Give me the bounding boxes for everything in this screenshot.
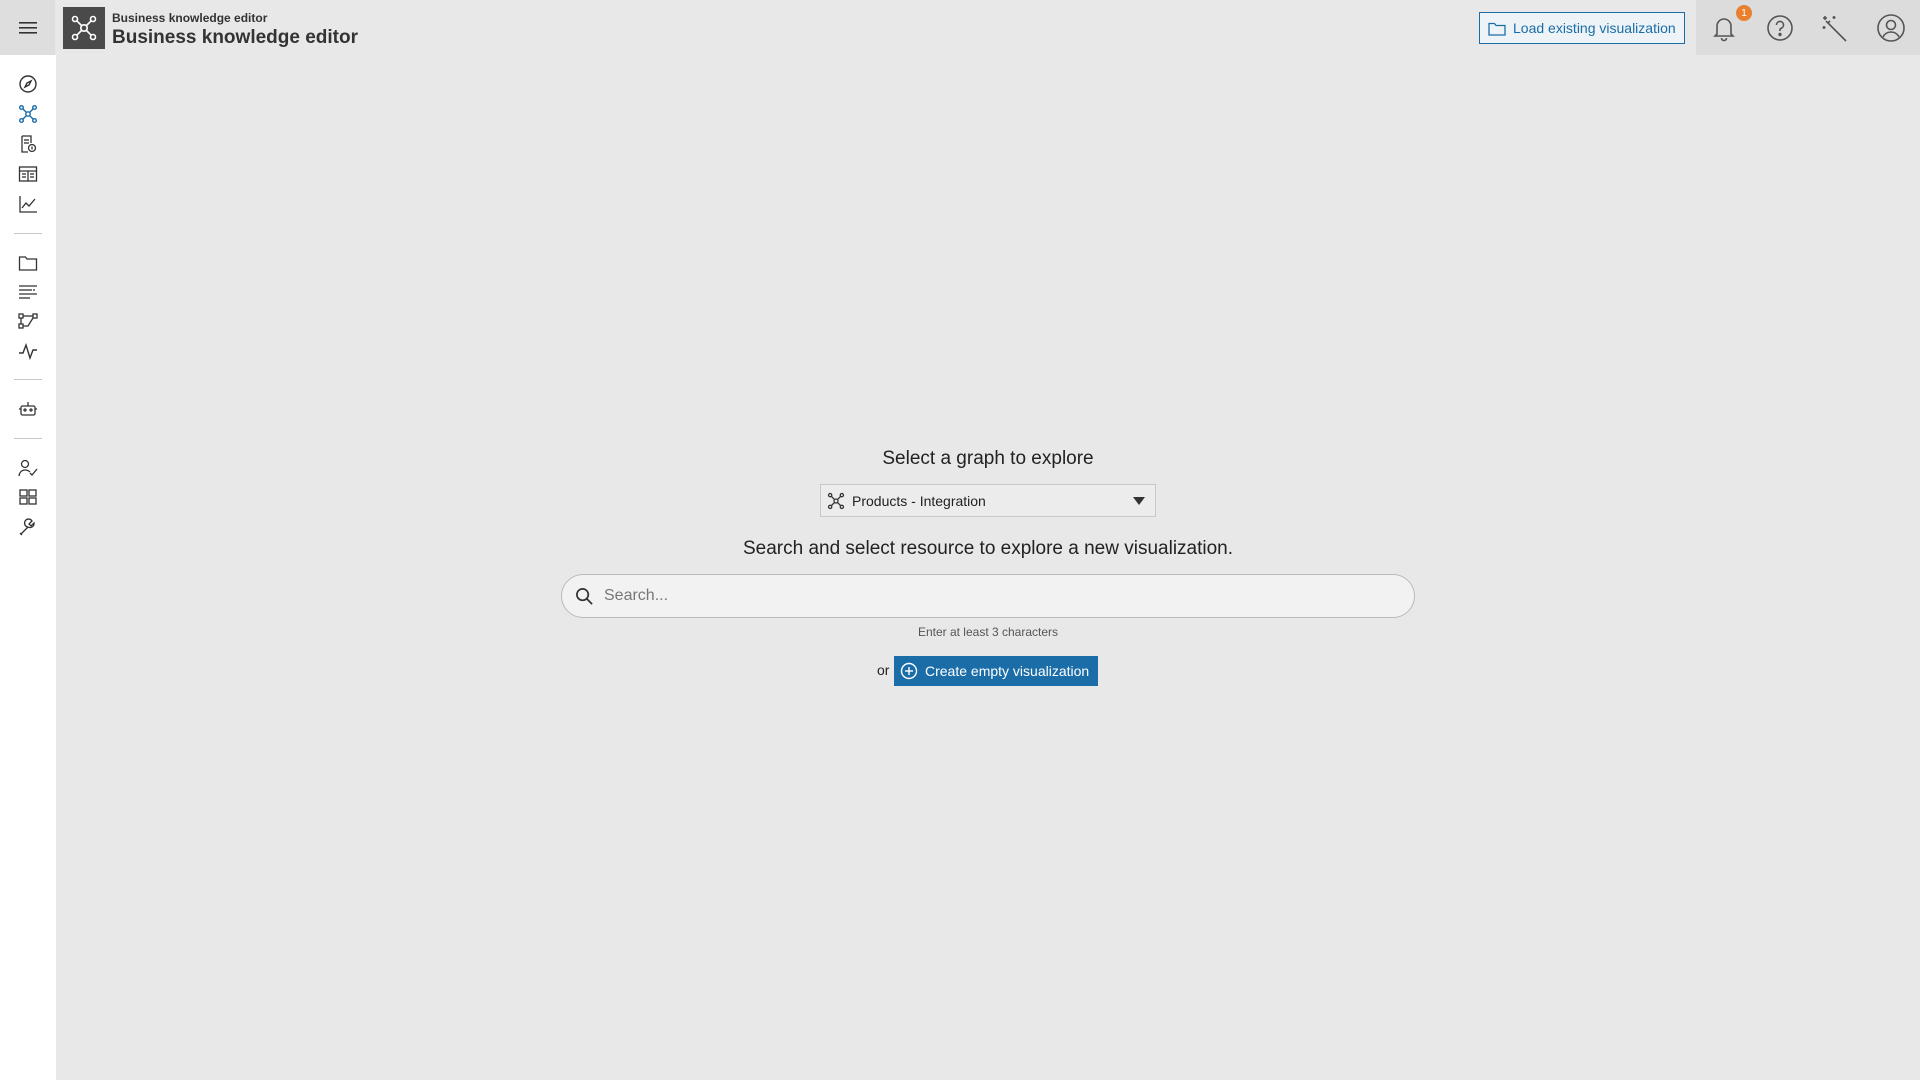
workflow-icon [18, 313, 38, 329]
chevron-down-icon [1133, 497, 1145, 505]
graph-icon [19, 105, 37, 123]
search-input[interactable] [604, 587, 1384, 605]
sidebar-item-automation[interactable] [16, 397, 40, 421]
sidebar-item-graph[interactable] [16, 102, 40, 126]
search-icon [576, 587, 593, 605]
tools-icon [19, 518, 35, 536]
sidebar-item-filters[interactable] [16, 280, 40, 304]
sidebar-item-activity[interactable] [16, 339, 40, 363]
load-button-label: Load existing visualization [1513, 20, 1676, 36]
load-existing-visualization-button[interactable]: Load existing visualization [1479, 12, 1685, 44]
selected-graph-value: Products - Integration [852, 492, 986, 509]
compass-icon [19, 75, 37, 93]
sidebar-item-tables[interactable] [16, 162, 40, 186]
line-chart-icon [19, 196, 37, 213]
graph-logo-icon [71, 15, 97, 41]
help-button[interactable] [1762, 10, 1798, 46]
sidebar-item-admin-tools[interactable] [16, 515, 40, 539]
robot-icon [19, 402, 37, 416]
help-icon [1767, 15, 1793, 41]
left-sidebar [0, 55, 56, 1080]
user-account-button[interactable] [1873, 10, 1909, 46]
sidebar-item-workflows[interactable] [16, 309, 40, 333]
app-subtitle: Business knowledge editor [112, 11, 268, 25]
magic-wand-button[interactable] [1817, 10, 1853, 46]
folder-icon [18, 256, 38, 271]
dashboard-icon [19, 489, 37, 505]
graph-icon [827, 492, 845, 509]
dataset-icon [21, 135, 37, 153]
app-logo [63, 7, 105, 49]
sidebar-item-analytics[interactable] [16, 192, 40, 216]
sidebar-divider [14, 438, 42, 439]
sidebar-item-dashboards[interactable] [16, 485, 40, 509]
magic-wand-icon [1822, 16, 1847, 42]
search-field[interactable] [561, 574, 1415, 618]
graph-select-dropdown[interactable]: Products - Integration [820, 484, 1156, 517]
sidebar-item-folders[interactable] [16, 251, 40, 275]
select-graph-heading: Select a graph to explore [882, 448, 1094, 469]
search-hint: Enter at least 3 characters [917, 625, 1059, 639]
folder-icon [1488, 22, 1506, 36]
create-button-label: Create empty visualization [925, 663, 1090, 679]
search-heading: Search and select resource to explore a … [742, 538, 1234, 559]
notification-badge: 1 [1736, 5, 1752, 21]
list-filter-icon [19, 285, 37, 299]
plus-circle-icon [900, 662, 918, 680]
sidebar-item-datasets[interactable] [16, 132, 40, 156]
bell-icon [1713, 18, 1735, 42]
menu-icon [18, 21, 37, 34]
menu-button[interactable] [0, 0, 55, 55]
sidebar-item-explore[interactable] [16, 72, 40, 96]
user-icon [1877, 14, 1905, 42]
table-icon [18, 166, 38, 182]
app-title: Business knowledge editor [112, 27, 358, 48]
sidebar-divider [14, 379, 42, 380]
sidebar-divider [14, 233, 42, 234]
create-empty-visualization-button[interactable]: Create empty visualization [894, 656, 1098, 686]
top-header: Business knowledge editor Business knowl… [0, 0, 1920, 55]
or-label: or [877, 662, 890, 678]
pulse-icon [19, 342, 37, 360]
